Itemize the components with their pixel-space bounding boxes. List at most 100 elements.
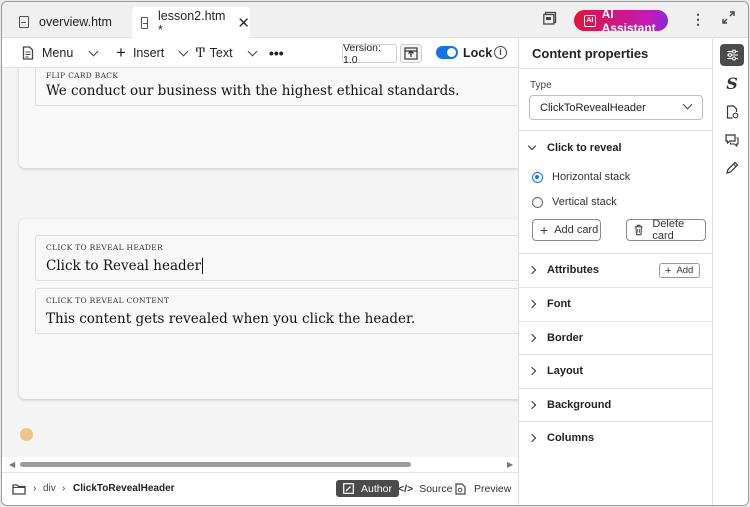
document-settings-icon[interactable]	[720, 101, 744, 123]
divider	[519, 253, 713, 254]
tab-label: overview.htm	[39, 15, 112, 29]
more-vertical-icon[interactable]: ⋮	[691, 11, 705, 28]
click-to-reveal-content-field[interactable]: CLICK TO REVEAL CONTENT This content get…	[35, 288, 518, 334]
save-all-icon[interactable]	[543, 11, 557, 28]
status-bar: › div › ClickToRevealHeader Author </> S…	[2, 472, 518, 505]
editor-canvas: FLIP CARD BACK We conduct our business w…	[2, 68, 518, 457]
radio-vertical-stack[interactable]: Vertical stack	[532, 196, 617, 208]
button-label: Add	[676, 265, 694, 276]
scroll-thumb[interactable]	[20, 462, 411, 467]
menu-label: Menu	[42, 46, 74, 60]
text-label: Text	[209, 46, 233, 60]
lock-toggle[interactable]	[436, 46, 458, 59]
chevron-right-icon	[527, 333, 537, 343]
type-label: Type	[530, 80, 552, 91]
click-to-reveal-header-field[interactable]: CLICK TO REVEAL HEADER Click to Reveal h…	[35, 235, 518, 281]
ai-assistant-button[interactable]: AI AI Assistant	[574, 7, 668, 35]
upload-icon	[404, 47, 418, 60]
breadcrumb-item[interactable]: div	[43, 483, 56, 494]
border-section-header[interactable]: Border	[527, 332, 584, 344]
scroll-right-icon[interactable]: ▶	[507, 460, 513, 469]
mode-label: Source	[419, 482, 453, 495]
flip-card: FLIP CARD BACK We conduct our business w…	[19, 68, 518, 168]
mode-source-button[interactable]: </> Source	[398, 480, 452, 497]
styles-s-icon[interactable]: S	[720, 72, 744, 94]
lock-label: Lock	[463, 46, 493, 60]
radio-horizontal-stack[interactable]: Horizontal stack	[532, 171, 630, 183]
expand-icon[interactable]	[722, 11, 735, 27]
divider	[519, 68, 713, 69]
folder-icon[interactable]	[12, 482, 26, 500]
add-card-button[interactable]: + Add card	[532, 219, 601, 241]
author-edit-icon	[343, 483, 354, 494]
field-value: Click to Reveal header	[46, 258, 204, 274]
chevron-right-icon: ›	[33, 483, 37, 494]
mode-author-button[interactable]: Author	[336, 480, 399, 497]
section-label: Layout	[547, 365, 584, 377]
chevron-down-icon	[247, 46, 258, 56]
plus-icon: +	[665, 264, 672, 277]
section-label: Border	[547, 332, 584, 344]
click-to-reveal-section-header[interactable]: Click to reveal	[527, 141, 622, 154]
code-icon: </>	[398, 482, 414, 495]
chevron-right-icon	[527, 299, 537, 309]
status-dot	[20, 428, 33, 441]
version-upload-button[interactable]	[400, 44, 422, 63]
text-format-icon: Ͳ	[196, 45, 205, 61]
button-label: Add card	[554, 224, 599, 236]
font-section-header[interactable]: Font	[527, 298, 571, 310]
flip-card-back-field[interactable]: FLIP CARD BACK We conduct our business w…	[35, 68, 518, 106]
insert-label: Insert	[132, 46, 165, 60]
attributes-section-header[interactable]: Attributes	[527, 264, 599, 276]
properties-sliders-icon[interactable]	[720, 44, 744, 66]
add-attribute-button[interactable]: + Add	[659, 263, 700, 278]
chevron-right-icon: ›	[62, 483, 66, 494]
breadcrumb-item[interactable]: ClickToRevealHeader	[73, 483, 175, 494]
menu-button[interactable]: Menu	[22, 44, 99, 62]
version-field[interactable]: Version: 1.0	[342, 42, 397, 66]
divider	[519, 287, 713, 288]
button-label: Delete card	[652, 218, 685, 242]
app-window: overview.htm lesson2.htm * ✕ AI AI Assis…	[1, 1, 749, 506]
section-label: Columns	[547, 432, 595, 444]
divider	[519, 321, 713, 322]
mode-label: Author	[361, 482, 392, 495]
section-label: Click to reveal	[547, 142, 622, 154]
tab-lesson2[interactable]: lesson2.htm * ✕	[132, 7, 250, 38]
comments-icon[interactable]	[720, 129, 744, 151]
divider	[519, 388, 713, 389]
radio-button[interactable]	[532, 196, 543, 208]
chevron-down-icon	[527, 141, 537, 151]
file-icon	[19, 16, 29, 28]
tab-overview[interactable]: overview.htm	[19, 7, 112, 37]
text-button[interactable]: Ͳ Text	[196, 44, 258, 62]
chevron-down-icon	[178, 46, 189, 56]
preview-icon	[455, 482, 466, 495]
section-label: Font	[547, 298, 571, 310]
field-label: CLICK TO REVEAL HEADER	[46, 243, 163, 252]
field-value: This content gets revealed when you clic…	[46, 311, 416, 327]
editor-toolbar: Menu + Insert Ͳ Text ••• Version: 1.0 Lo…	[2, 38, 518, 68]
menu-doc-icon	[22, 46, 34, 60]
layout-section-header[interactable]: Layout	[527, 365, 584, 377]
panel-title: Content properties	[532, 46, 649, 61]
radio-button[interactable]	[532, 171, 543, 183]
columns-section-header[interactable]: Columns	[527, 432, 595, 444]
close-icon[interactable]: ✕	[237, 14, 250, 32]
radio-label: Vertical stack	[552, 196, 617, 208]
chevron-right-icon	[527, 433, 537, 443]
horizontal-scrollbar[interactable]: ◀ ▶	[2, 457, 518, 472]
info-icon[interactable]: i	[494, 46, 507, 59]
more-horizontal-icon[interactable]: •••	[269, 44, 284, 62]
type-select[interactable]: ClickToRevealHeader	[529, 95, 703, 120]
scroll-left-icon[interactable]: ◀	[9, 460, 15, 469]
mode-preview-button[interactable]: Preview	[455, 480, 511, 497]
insert-button[interactable]: + Insert	[116, 43, 189, 62]
pen-edit-icon[interactable]	[720, 157, 744, 179]
divider	[519, 354, 713, 355]
background-section-header[interactable]: Background	[527, 399, 611, 411]
delete-card-button[interactable]: Delete card	[626, 218, 706, 242]
click-to-reveal-card: CLICK TO REVEAL HEADER Click to Reveal h…	[19, 219, 518, 399]
field-label: CLICK TO REVEAL CONTENT	[46, 296, 170, 305]
chevron-right-icon	[527, 400, 537, 410]
